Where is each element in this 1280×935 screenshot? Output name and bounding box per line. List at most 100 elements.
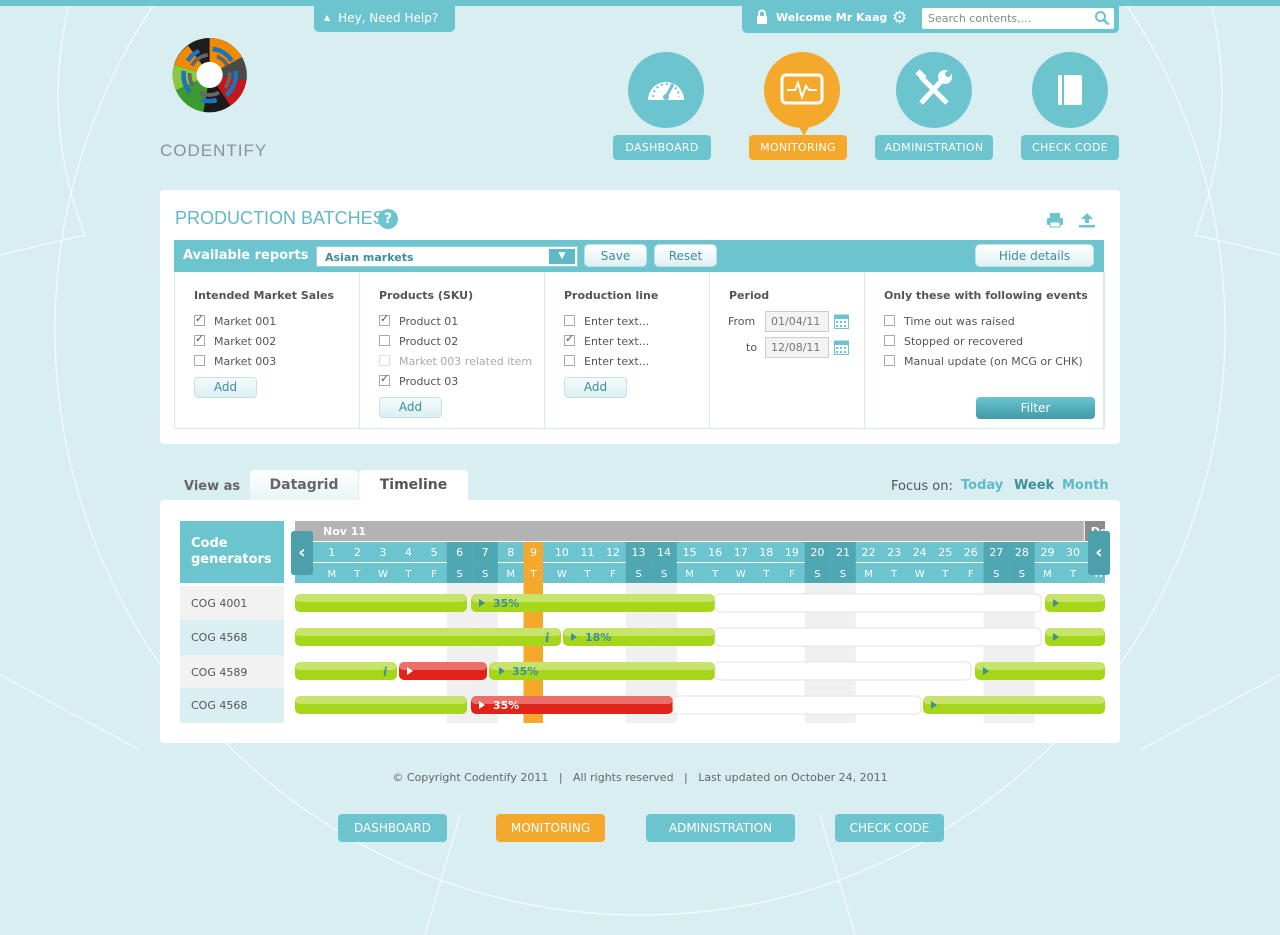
from-date-field[interactable]: 01/04/11 [765, 311, 829, 332]
market-002-checkbox[interactable]: Market 002 [194, 332, 276, 348]
market-column: Intended Market Sales Market 001 Market … [175, 272, 360, 429]
footer-administration-button[interactable]: ADMINISTRATION [646, 814, 795, 842]
footer-dashboard-button[interactable]: DASHBOARD [338, 814, 447, 842]
checkbox[interactable] [884, 355, 895, 366]
line-3-checkbox[interactable]: Enter text... [564, 355, 649, 368]
export-icon[interactable] [1078, 212, 1096, 228]
nav-check-code[interactable]: CHECK CODE [1021, 52, 1127, 160]
book-icon [1058, 75, 1082, 105]
nav-monitoring-label[interactable]: MONITORING [749, 135, 847, 160]
chevron-down-icon[interactable]: ▼ [549, 249, 575, 264]
day-number: 21 [836, 546, 850, 559]
checkbox-label[interactable]: Enter text... [584, 355, 649, 368]
code-generators-title: Code generators [191, 536, 272, 567]
weekday-letter: F [789, 569, 795, 580]
day-number: 1 [328, 546, 335, 559]
nav-dashboard-label[interactable]: DASHBOARD [613, 135, 711, 160]
weekday-letter: S [840, 569, 846, 580]
checkbox-checked[interactable] [564, 332, 575, 346]
timeout-checkbox[interactable]: Time out was raised [884, 315, 1015, 328]
nav-dashboard[interactable]: DASHBOARD [613, 52, 719, 160]
help-question-icon[interactable]: ? [378, 209, 398, 229]
tab-datagrid[interactable]: Datagrid [250, 470, 358, 501]
empty-track [672, 695, 922, 715]
add-market-button[interactable]: Add [194, 377, 257, 398]
checkbox[interactable] [379, 335, 390, 346]
nav-administration[interactable]: ADMINISTRATION [875, 52, 993, 160]
hide-details-button[interactable]: Hide details [975, 244, 1094, 267]
stopped-checkbox[interactable]: Stopped or recovered [884, 335, 1023, 348]
line-2-checkbox[interactable]: Enter text... [564, 332, 649, 348]
market-001-checkbox[interactable]: Market 001 [194, 312, 276, 328]
empty-track [714, 627, 1042, 647]
checkbox-label: Market 003 related item [399, 355, 533, 368]
manual-update-checkbox[interactable]: Manual update (on MCG or CHK) [884, 355, 1083, 368]
gear-icon[interactable]: ⚙ [892, 8, 907, 28]
checkbox-label: Manual update (on MCG or CHK) [904, 355, 1083, 368]
timeline-grid: Nov 11Dec 111M2T3W4T5F6S7S8M9T10W11T12F1… [295, 521, 1105, 723]
checkbox-label[interactable]: Enter text... [584, 335, 649, 348]
checkbox[interactable] [884, 335, 895, 346]
add-product-button[interactable]: Add [379, 397, 442, 418]
search-input[interactable]: Search contents,... [928, 12, 1031, 25]
checkbox[interactable] [564, 355, 575, 366]
filter-button[interactable]: Filter [976, 397, 1095, 419]
help-tab[interactable]: ▲ Hey, Need Help? [314, 6, 455, 32]
footer-check-code-button[interactable]: CHECK CODE [835, 814, 944, 842]
product-03-checkbox[interactable]: Product 03 [379, 372, 458, 388]
row-label[interactable]: COG 4001 [180, 586, 284, 621]
calendar-icon[interactable] [834, 313, 849, 329]
month-bar-nov [295, 521, 1084, 541]
reset-button[interactable]: Reset [654, 244, 717, 267]
chevron-right-icon[interactable]: ‹ [1088, 531, 1110, 575]
page-title: PRODUCTION BATCHES [175, 208, 385, 228]
checkbox[interactable] [564, 315, 575, 326]
focus-today-link[interactable]: Today [961, 478, 1003, 493]
chevron-left-icon[interactable]: ‹ [291, 531, 313, 575]
save-button[interactable]: Save [584, 244, 647, 267]
day-number: 9 [530, 546, 537, 559]
status-bar-gloss [295, 594, 467, 602]
nav-administration-label[interactable]: ADMINISTRATION [875, 135, 993, 160]
code-generators-header: Code generators [180, 521, 284, 583]
period-heading: Period [729, 289, 770, 302]
day-number: 20 [810, 546, 824, 559]
active-pointer [796, 122, 812, 136]
search-icon[interactable] [1094, 10, 1110, 26]
search-box[interactable]: Search contents,... [922, 8, 1114, 29]
day-number: 18 [759, 546, 773, 559]
checkbox-checked[interactable] [194, 312, 205, 326]
row-label[interactable]: COG 4568 [180, 620, 284, 655]
focus-week-link[interactable]: Week [1014, 478, 1054, 493]
weekday-letter: M [1043, 569, 1052, 580]
tab-timeline[interactable]: Timeline [359, 470, 468, 501]
day-number: 4 [405, 546, 412, 559]
weekday-letter: W [378, 569, 388, 580]
calendar-icon[interactable] [834, 339, 849, 355]
checkbox[interactable] [194, 355, 205, 366]
checkbox-label[interactable]: Enter text... [584, 315, 649, 328]
day-number: 12 [606, 546, 620, 559]
product-02-checkbox[interactable]: Product 02 [379, 335, 458, 348]
day-row [295, 542, 1105, 562]
checkbox-checked[interactable] [379, 312, 390, 326]
weekday-letter: T [1069, 569, 1077, 580]
report-select[interactable]: Asian markets ▼ [316, 246, 578, 267]
checkbox-checked[interactable] [379, 372, 390, 386]
print-icon[interactable] [1046, 212, 1064, 228]
line-1-checkbox[interactable]: Enter text... [564, 315, 649, 328]
checkbox[interactable] [884, 315, 895, 326]
focus-month-link[interactable]: Month [1062, 478, 1109, 493]
product-01-checkbox[interactable]: Product 01 [379, 312, 458, 328]
to-date-field[interactable]: 12/08/11 [765, 337, 829, 358]
footer-monitoring-button[interactable]: MONITORING [496, 814, 605, 842]
add-line-button[interactable]: Add [564, 377, 627, 398]
weekday-letter: M [685, 569, 694, 580]
nav-check-code-label[interactable]: CHECK CODE [1021, 135, 1119, 160]
row-label[interactable]: COG 4568 [180, 688, 284, 723]
nav-monitoring[interactable]: MONITORING [749, 52, 855, 160]
market-003-checkbox[interactable]: Market 003 [194, 355, 276, 368]
row-label[interactable]: COG 4589 [180, 655, 284, 690]
checkbox-checked[interactable] [194, 332, 205, 346]
progress-label: 18% [585, 631, 611, 644]
